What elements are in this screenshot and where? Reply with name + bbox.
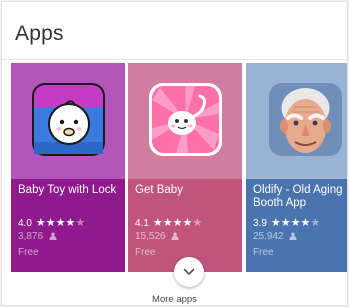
review-count-row: 3,876 [18,231,57,242]
person-icon [171,232,179,240]
person-icon [49,232,57,240]
rating-row: 4.1 ★★★★★ [135,216,202,229]
rating-value: 4.0 [18,218,32,229]
app-tiles: Baby Toy with Lock 4.0★★★★★ 3,876 Free [11,63,347,272]
section-title: Apps [15,22,64,45]
rating-row: 3.9 ★★★★★ [253,216,320,229]
header-divider [2,59,347,60]
baby-face-icon [31,82,106,157]
app-tile-oldify[interactable]: Oldify - Old Aging Booth App 3.9 ★★★★★ 25… [246,63,347,272]
person-icon [289,232,297,240]
chevron-down-icon [183,268,195,275]
rating-value: 3.9 [253,218,267,229]
more-apps-button[interactable] [174,257,204,287]
star-rating-icon: ★★★★★ [270,217,321,229]
app-price: Free [135,247,156,258]
star-rating-icon: ★★★★★ [35,217,86,229]
more-apps-label[interactable]: More apps [2,294,347,305]
app-price: Free [253,247,274,258]
review-count-row: 25,942 [253,231,297,242]
old-man-face-icon [268,82,343,157]
review-count-row: 15,526 [135,231,179,242]
review-count: 3,876 [18,231,44,242]
rating-value: 4.1 [135,218,149,229]
sperm-icon [148,82,223,157]
app-price: Free [18,247,39,258]
app-name: Oldify - Old Aging Booth App [253,184,343,209]
review-count: 25,942 [253,231,284,242]
app-name: Baby Toy with Lock [18,184,117,196]
review-count: 15,526 [135,231,166,242]
apps-card: Apps Baby Toy with Lock 4.0 ★★★★★ 3,876 … [1,1,348,306]
rating-row: 4.0 ★★★★★ [18,216,85,229]
star-rating-icon: ★★★★★ [152,217,203,229]
app-name: Get Baby [135,184,183,196]
app-tile-get-baby[interactable]: Get Baby 4.1 ★★★★★ 15,526 Free [128,63,242,272]
app-tile-baby-toy[interactable]: Baby Toy with Lock 4.0 ★★★★★ 3,876 Free [11,63,125,272]
